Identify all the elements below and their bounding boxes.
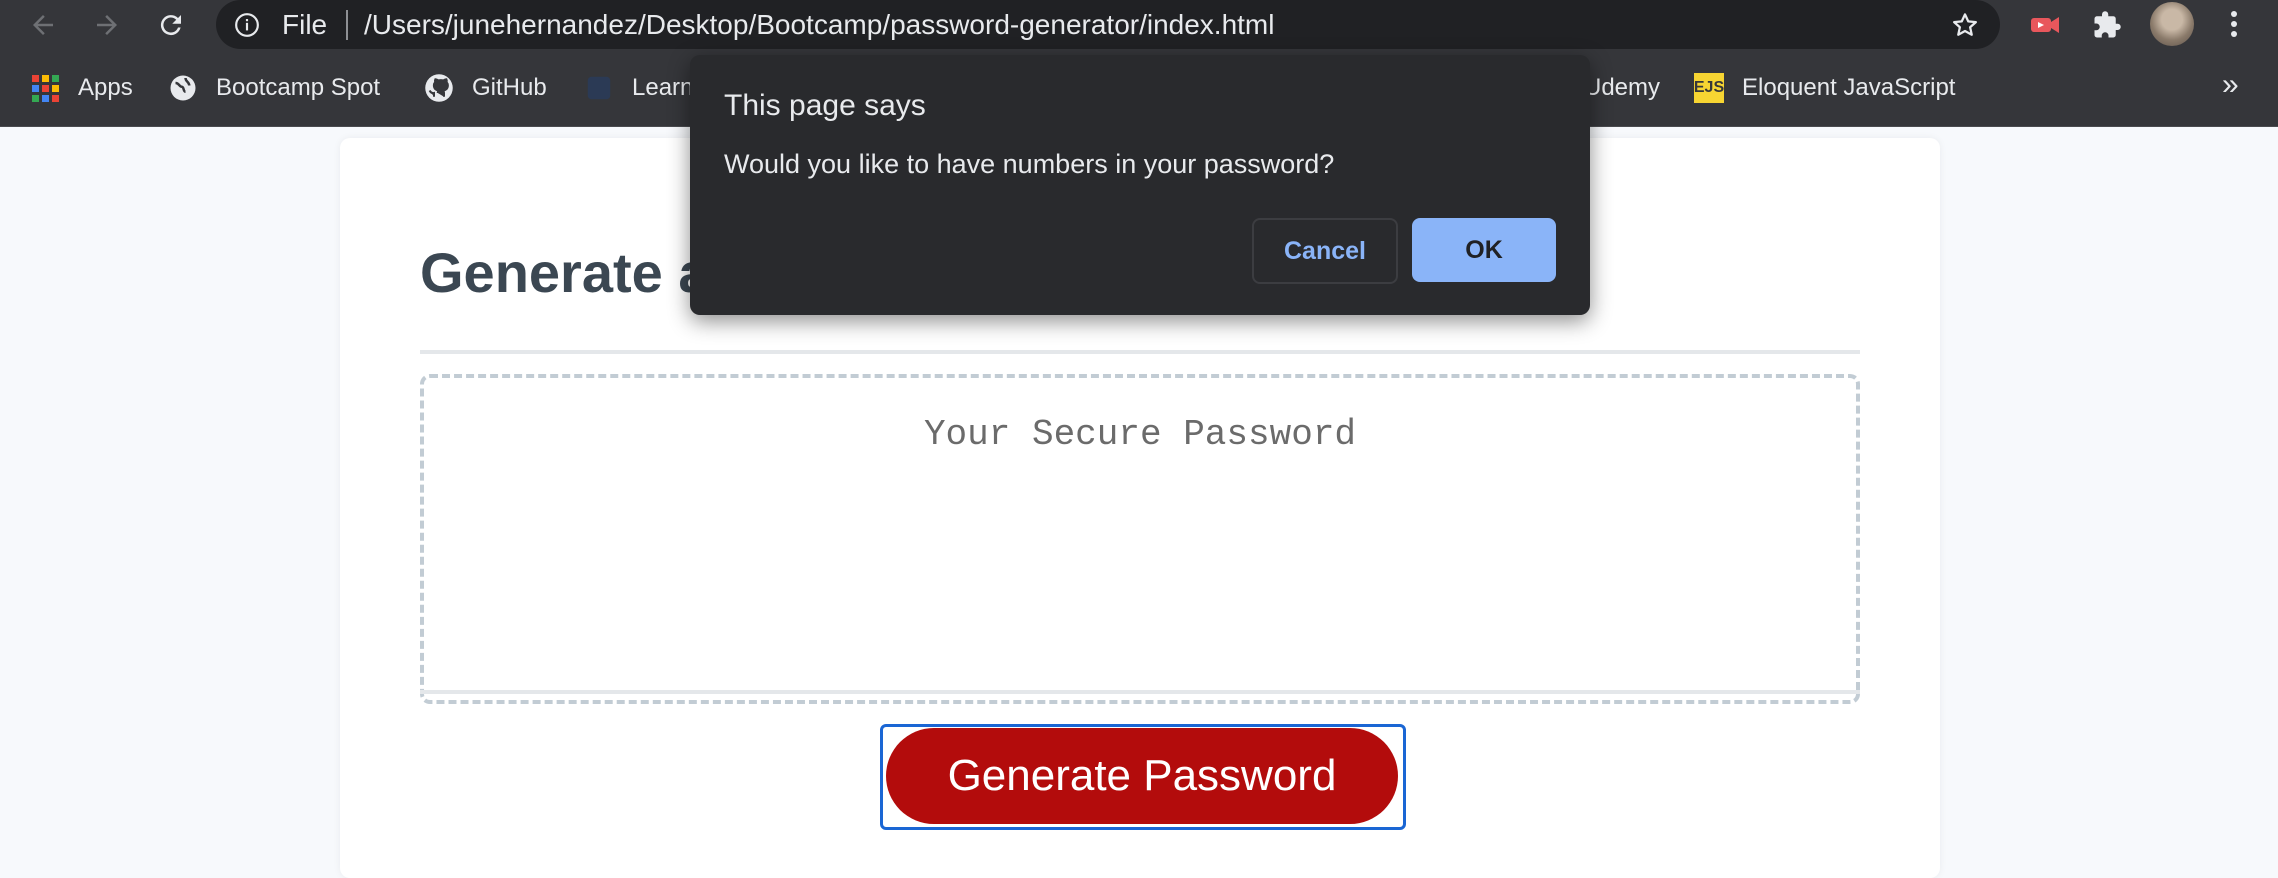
card-divider-bottom (420, 690, 1860, 694)
bookmark-apps[interactable]: Apps (30, 68, 133, 108)
bookmark-eloquent-javascript[interactable]: EJS Eloquent JavaScript (1693, 68, 1956, 108)
puzzle-icon (2094, 11, 2121, 38)
browser-menu-icon[interactable] (2224, 8, 2244, 42)
reload-button[interactable] (144, 0, 198, 50)
alert-dialog: This page says Would you like to have nu… (690, 55, 1590, 315)
bookmark-label: Eloquent JavaScript (1742, 74, 1956, 101)
bookmark-label: GitHub (472, 74, 547, 101)
bookmark-bootcamp-spot[interactable]: Bootcamp Spot (168, 68, 380, 108)
profile-avatar[interactable] (2150, 2, 2194, 46)
bookmark-star-icon[interactable] (1950, 10, 1980, 40)
reload-icon (160, 15, 181, 36)
learn-icon (584, 73, 614, 103)
globe-icon (168, 73, 198, 103)
github-icon (424, 73, 454, 103)
bookmark-label: Apps (78, 74, 133, 101)
bookmark-github[interactable]: GitHub (424, 68, 547, 108)
url-text[interactable]: /Users/junehernandez/Desktop/Bootcamp/pa… (364, 8, 1274, 42)
browser-toolbar: File /Users/junehernandez/Desktop/Bootca… (0, 0, 2278, 50)
info-icon[interactable] (234, 12, 260, 38)
bookmark-learn[interactable]: Learn (584, 68, 693, 108)
forward-button[interactable] (80, 0, 134, 50)
url-scheme-label: File (282, 9, 328, 40)
cancel-button[interactable]: Cancel (1252, 218, 1398, 284)
back-button[interactable] (16, 0, 70, 50)
extension-recorder-icon[interactable] (2028, 8, 2062, 42)
bookmark-label: Learn (632, 74, 694, 101)
page-title: Generate a (420, 241, 710, 304)
generate-password-button[interactable]: Generate Password (886, 728, 1398, 824)
extensions-puzzle-icon[interactable] (2090, 8, 2124, 42)
card-divider-top (420, 350, 1860, 354)
arrow-right-icon (97, 15, 117, 35)
bookmark-label: Udemy (1584, 74, 1661, 101)
ejs-icon: EJS (1693, 73, 1725, 103)
bookmark-label: Bootcamp Spot (216, 74, 381, 101)
bookmarks-overflow-icon[interactable]: » (2222, 68, 2239, 102)
password-output[interactable]: Your Secure Password (420, 374, 1860, 704)
apps-grid-icon (30, 73, 60, 103)
address-bar[interactable]: File /Users/junehernandez/Desktop/Bootca… (216, 0, 2000, 49)
dialog-message: Would you like to have numbers in your p… (724, 149, 1335, 179)
dialog-title: This page says (724, 89, 926, 122)
url-separator (346, 10, 348, 40)
video-record-icon (2031, 17, 2059, 33)
arrow-left-icon (33, 15, 53, 35)
ok-button[interactable]: OK (1412, 218, 1556, 282)
